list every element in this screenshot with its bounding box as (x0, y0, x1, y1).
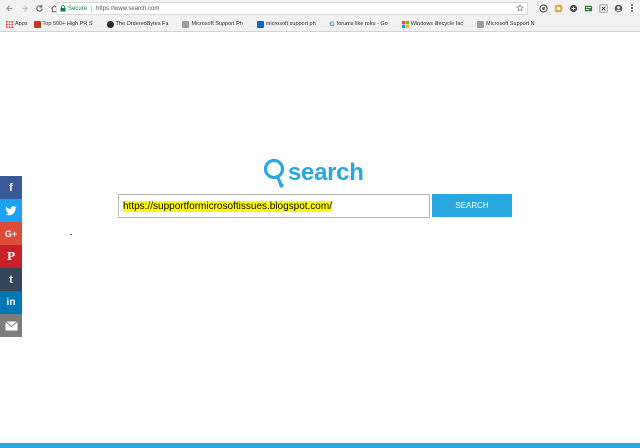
lock-icon (60, 5, 66, 12)
back-icon[interactable] (3, 3, 15, 15)
google-g-icon: G (329, 20, 335, 28)
pinterest-icon: P (6, 250, 16, 263)
twitter-share-button[interactable] (0, 199, 22, 222)
search-input-value: https://supportformicrosoftissues.blogsp… (123, 200, 332, 212)
social-share-bar: f G+ P t in (0, 176, 22, 337)
bookmark-item[interactable]: Top 500+ High PR S (33, 20, 93, 28)
address-bar[interactable]: Secure https://www.search.com (56, 2, 528, 15)
address-separator (91, 4, 93, 13)
extension-icon-1[interactable] (538, 3, 548, 13)
windows-logo-icon (401, 20, 409, 28)
bookmark-label: Microsoft Support N (486, 21, 535, 27)
search-button[interactable]: SEARCH (432, 194, 512, 217)
bookmark-label: forums like roku - Go (336, 21, 388, 27)
facebook-icon: f (9, 181, 13, 194)
search-input[interactable]: https://supportformicrosoftissues.blogsp… (118, 194, 430, 218)
stray-mark (70, 234, 72, 235)
bookmark-item[interactable]: Windows lifecycle fac (401, 20, 464, 28)
browser-window: Secure https://www.search.com Apps Top 5… (0, 0, 640, 448)
bookmark-label: Apps (15, 21, 28, 27)
google-plus-icon: G+ (4, 228, 18, 239)
site-logo[interactable]: search (263, 158, 364, 188)
bookmark-item[interactable]: The OrderedBytes Fa (106, 20, 169, 28)
secure-label: Secure (68, 5, 88, 12)
tumblr-share-button[interactable]: t (0, 268, 22, 291)
secure-indicator[interactable]: Secure (60, 5, 87, 12)
pinterest-share-button[interactable]: P (0, 245, 22, 268)
bookmark-item[interactable]: Microsoft Support Ph (182, 20, 243, 28)
bookmark-star-icon[interactable] (516, 4, 524, 14)
google-plus-share-button[interactable]: G+ (0, 222, 22, 245)
apps-grid-icon (6, 20, 13, 28)
extension-icon-5[interactable] (598, 3, 608, 13)
bookmark-favicon (182, 20, 190, 28)
bookmark-favicon (477, 20, 485, 28)
browser-toolbar: Secure https://www.search.com (0, 0, 640, 17)
bookmark-label: Top 500+ High PR S (42, 21, 93, 27)
bookmark-favicon (106, 20, 114, 28)
footer-accent-bar (0, 443, 640, 448)
menu-icon[interactable] (627, 3, 637, 13)
bookmark-item[interactable]: G forums like roku - Go (330, 21, 388, 28)
bookmark-label: The OrderedBytes Fa (115, 21, 169, 27)
magnifier-logo-icon (263, 158, 285, 188)
bookmark-favicon (256, 20, 264, 28)
bookmark-item[interactable]: microsoft support ph (256, 20, 316, 28)
url-text: https://www.search.com (96, 5, 160, 12)
account-icon[interactable] (613, 3, 623, 13)
bookmark-label: Windows lifecycle fac (410, 21, 464, 27)
linkedin-icon: in (6, 297, 16, 308)
linkedin-share-button[interactable]: in (0, 291, 22, 314)
extension-icon-4[interactable] (583, 3, 593, 13)
extension-icon-3[interactable] (568, 3, 578, 13)
bookmarks-bar: Apps Top 500+ High PR S The OrderedBytes… (0, 17, 640, 32)
bookmark-apps[interactable]: Apps (6, 20, 28, 28)
reload-icon[interactable] (33, 3, 45, 15)
twitter-icon (5, 205, 17, 215)
bookmark-label: microsoft support ph (265, 21, 316, 27)
email-icon (4, 320, 18, 330)
logo-text: search (288, 159, 364, 186)
extension-icon-2[interactable] (553, 3, 563, 13)
bookmark-favicon (33, 20, 41, 28)
bookmark-item[interactable]: Microsoft Support N (477, 20, 535, 28)
tumblr-icon: t (9, 273, 13, 286)
forward-icon[interactable] (18, 3, 30, 15)
facebook-share-button[interactable]: f (0, 176, 22, 199)
bookmark-label: Microsoft Support Ph (191, 21, 243, 27)
email-share-button[interactable] (0, 314, 22, 337)
